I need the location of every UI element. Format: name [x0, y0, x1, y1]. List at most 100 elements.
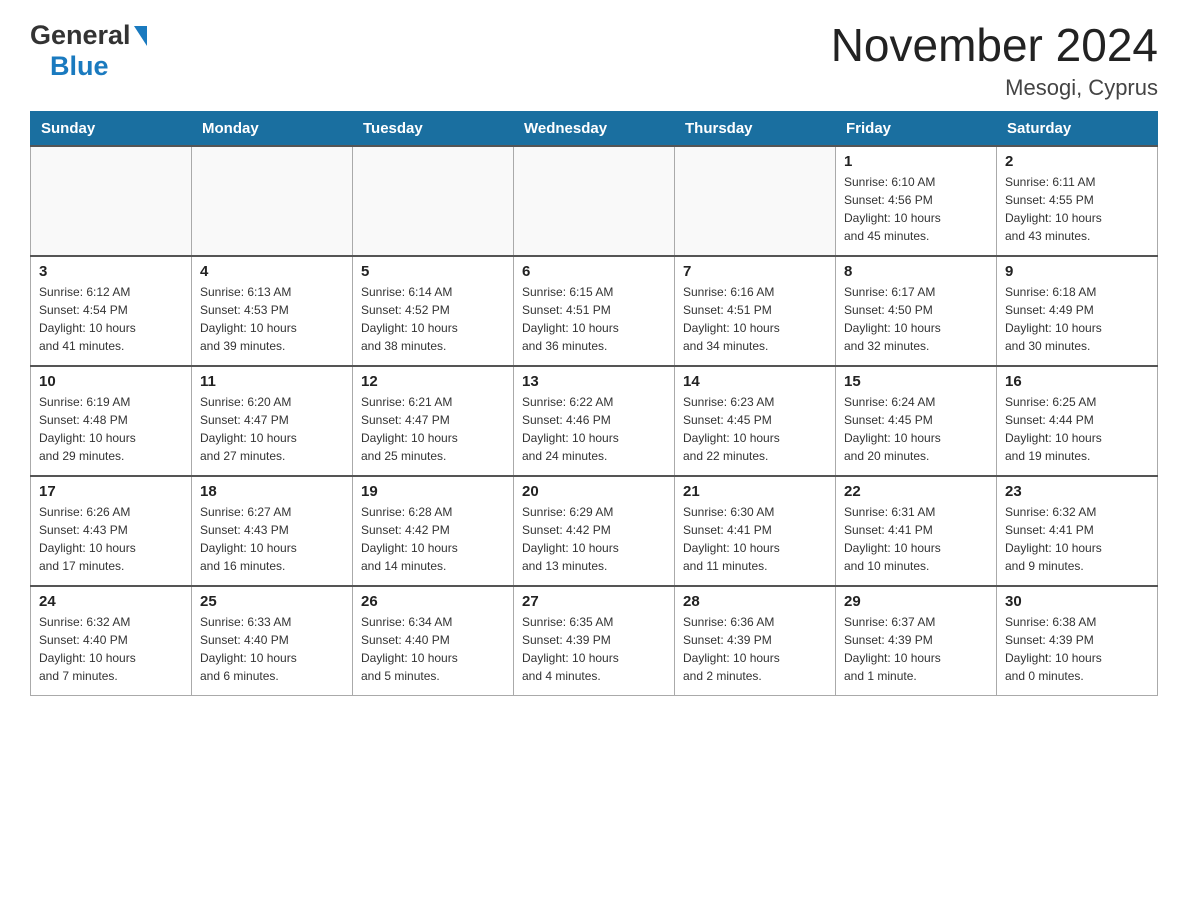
calendar-cell: 12Sunrise: 6:21 AMSunset: 4:47 PMDayligh…: [353, 366, 514, 476]
calendar-cell: [514, 146, 675, 256]
day-info: Sunrise: 6:29 AMSunset: 4:42 PMDaylight:…: [522, 503, 666, 575]
calendar-cell: [192, 146, 353, 256]
day-number: 28: [683, 593, 827, 610]
calendar-cell: 11 Sunrise: 6:20 AMSunset: 4:47 PMDayligh…: [192, 366, 353, 476]
calendar-cell: 28 Sunrise: 6:36 AMSunset: 4:39 PMDayligh…: [675, 586, 836, 696]
day-info: Sunrise: 6:36 AMSunset: 4:39 PMDaylight:…: [683, 613, 827, 685]
col-header-sunday: Sunday: [31, 111, 192, 146]
month-title: November 2024: [831, 20, 1158, 71]
day-info: Sunrise: 6:31 AMSunset: 4:41 PMDaylight:…: [844, 503, 988, 575]
day-info: Sunrise: 6:27 AMSunset: 4:43 PMDaylight:…: [200, 503, 344, 575]
day-number: 1: [844, 153, 988, 170]
day-number: 26: [361, 593, 505, 610]
calendar-cell: [675, 146, 836, 256]
day-number: 27: [522, 593, 666, 610]
calendar-cell: 16 Sunrise: 6:25 AMSunset: 4:44 PMDayligh…: [997, 366, 1158, 476]
calendar-cell: 22 Sunrise: 6:31 AMSunset: 4:41 PMDayligh…: [836, 476, 997, 586]
calendar-cell: 30 Sunrise: 6:38 AMSunset: 4:39 PMDayligh…: [997, 586, 1158, 696]
calendar-cell: 18 Sunrise: 6:27 AMSunset: 4:43 PMDayligh…: [192, 476, 353, 586]
logo: General Blue: [30, 20, 147, 82]
day-info: Sunrise: 6:37 AMSunset: 4:39 PMDaylight:…: [844, 613, 988, 685]
day-info: Sunrise: 6:17 AMSunset: 4:50 PMDaylight:…: [844, 283, 988, 355]
day-number: 4: [200, 263, 344, 280]
day-number: 29: [844, 593, 988, 610]
day-info: Sunrise: 6:23 AMSunset: 4:45 PMDaylight:…: [683, 393, 827, 465]
calendar-cell: 15Sunrise: 6:24 AMSunset: 4:45 PMDayligh…: [836, 366, 997, 476]
day-number: 30: [1005, 593, 1149, 610]
day-info: Sunrise: 6:20 AMSunset: 4:47 PMDaylight:…: [200, 393, 344, 465]
day-info: Sunrise: 6:32 AMSunset: 4:41 PMDaylight:…: [1005, 503, 1149, 575]
calendar-cell: 20 Sunrise: 6:29 AMSunset: 4:42 PMDayligh…: [514, 476, 675, 586]
col-header-saturday: Saturday: [997, 111, 1158, 146]
day-number: 18: [200, 483, 344, 500]
day-info: Sunrise: 6:19 AMSunset: 4:48 PMDaylight:…: [39, 393, 183, 465]
day-number: 21: [683, 483, 827, 500]
col-header-tuesday: Tuesday: [353, 111, 514, 146]
day-number: 13: [522, 373, 666, 390]
logo-general: General: [30, 20, 131, 51]
week-row-2: 3 Sunrise: 6:12 AMSunset: 4:54 PMDaylight…: [31, 256, 1158, 366]
day-info: Sunrise: 6:30 AMSunset: 4:41 PMDaylight:…: [683, 503, 827, 575]
day-number: 23: [1005, 483, 1149, 500]
calendar-cell: [353, 146, 514, 256]
calendar-cell: 5Sunrise: 6:14 AMSunset: 4:52 PMDaylight…: [353, 256, 514, 366]
calendar-cell: 4 Sunrise: 6:13 AMSunset: 4:53 PMDaylight…: [192, 256, 353, 366]
calendar-cell: 10 Sunrise: 6:19 AMSunset: 4:48 PMDayligh…: [31, 366, 192, 476]
day-number: 19: [361, 483, 505, 500]
calendar-cell: 19 Sunrise: 6:28 AMSunset: 4:42 PMDayligh…: [353, 476, 514, 586]
day-number: 2: [1005, 153, 1149, 170]
calendar-cell: 9 Sunrise: 6:18 AMSunset: 4:49 PMDaylight…: [997, 256, 1158, 366]
col-header-monday: Monday: [192, 111, 353, 146]
col-header-thursday: Thursday: [675, 111, 836, 146]
day-info: Sunrise: 6:22 AMSunset: 4:46 PMDaylight:…: [522, 393, 666, 465]
day-number: 3: [39, 263, 183, 280]
calendar-cell: 3 Sunrise: 6:12 AMSunset: 4:54 PMDaylight…: [31, 256, 192, 366]
calendar-cell: 7 Sunrise: 6:16 AMSunset: 4:51 PMDaylight…: [675, 256, 836, 366]
location-title: Mesogi, Cyprus: [831, 75, 1158, 101]
day-number: 16: [1005, 373, 1149, 390]
col-header-wednesday: Wednesday: [514, 111, 675, 146]
day-info: Sunrise: 6:33 AMSunset: 4:40 PMDaylight:…: [200, 613, 344, 685]
calendar-cell: 2 Sunrise: 6:11 AMSunset: 4:55 PMDaylight…: [997, 146, 1158, 256]
day-info: Sunrise: 6:38 AMSunset: 4:39 PMDaylight:…: [1005, 613, 1149, 685]
day-info: Sunrise: 6:18 AMSunset: 4:49 PMDaylight:…: [1005, 283, 1149, 355]
logo-blue: Blue: [50, 51, 109, 82]
calendar-cell: 6Sunrise: 6:15 AMSunset: 4:51 PMDaylight…: [514, 256, 675, 366]
calendar-cell: 21 Sunrise: 6:30 AMSunset: 4:41 PMDayligh…: [675, 476, 836, 586]
week-row-1: 1Sunrise: 6:10 AMSunset: 4:56 PMDaylight…: [31, 146, 1158, 256]
calendar-cell: 29 Sunrise: 6:37 AMSunset: 4:39 PMDayligh…: [836, 586, 997, 696]
calendar-header-row: SundayMondayTuesdayWednesdayThursdayFrid…: [31, 111, 1158, 146]
day-number: 17: [39, 483, 183, 500]
day-number: 10: [39, 373, 183, 390]
day-number: 20: [522, 483, 666, 500]
day-info: Sunrise: 6:13 AMSunset: 4:53 PMDaylight:…: [200, 283, 344, 355]
title-block: November 2024 Mesogi, Cyprus: [831, 20, 1158, 101]
week-row-3: 10 Sunrise: 6:19 AMSunset: 4:48 PMDayligh…: [31, 366, 1158, 476]
day-info: Sunrise: 6:26 AMSunset: 4:43 PMDaylight:…: [39, 503, 183, 575]
day-number: 14: [683, 373, 827, 390]
day-info: Sunrise: 6:12 AMSunset: 4:54 PMDaylight:…: [39, 283, 183, 355]
day-info: Sunrise: 6:16 AMSunset: 4:51 PMDaylight:…: [683, 283, 827, 355]
week-row-5: 24 Sunrise: 6:32 AMSunset: 4:40 PMDayligh…: [31, 586, 1158, 696]
day-number: 9: [1005, 263, 1149, 280]
day-number: 22: [844, 483, 988, 500]
day-number: 11: [200, 373, 344, 390]
calendar-cell: 13 Sunrise: 6:22 AMSunset: 4:46 PMDayligh…: [514, 366, 675, 476]
calendar-cell: 17 Sunrise: 6:26 AMSunset: 4:43 PMDayligh…: [31, 476, 192, 586]
day-number: 7: [683, 263, 827, 280]
day-info: Sunrise: 6:34 AMSunset: 4:40 PMDaylight:…: [361, 613, 505, 685]
day-info: Sunrise: 6:35 AMSunset: 4:39 PMDaylight:…: [522, 613, 666, 685]
calendar-table: SundayMondayTuesdayWednesdayThursdayFrid…: [30, 111, 1158, 697]
week-row-4: 17 Sunrise: 6:26 AMSunset: 4:43 PMDayligh…: [31, 476, 1158, 586]
day-info: Sunrise: 6:14 AMSunset: 4:52 PMDaylight:…: [361, 283, 505, 355]
day-number: 8: [844, 263, 988, 280]
day-info: Sunrise: 6:32 AMSunset: 4:40 PMDaylight:…: [39, 613, 183, 685]
day-info: Sunrise: 6:11 AMSunset: 4:55 PMDaylight:…: [1005, 173, 1149, 245]
calendar-cell: 1Sunrise: 6:10 AMSunset: 4:56 PMDaylight…: [836, 146, 997, 256]
calendar-cell: 27 Sunrise: 6:35 AMSunset: 4:39 PMDayligh…: [514, 586, 675, 696]
day-info: Sunrise: 6:25 AMSunset: 4:44 PMDaylight:…: [1005, 393, 1149, 465]
logo-triangle-icon: [134, 26, 147, 46]
day-number: 24: [39, 593, 183, 610]
day-info: Sunrise: 6:28 AMSunset: 4:42 PMDaylight:…: [361, 503, 505, 575]
day-info: Sunrise: 6:15 AMSunset: 4:51 PMDaylight:…: [522, 283, 666, 355]
